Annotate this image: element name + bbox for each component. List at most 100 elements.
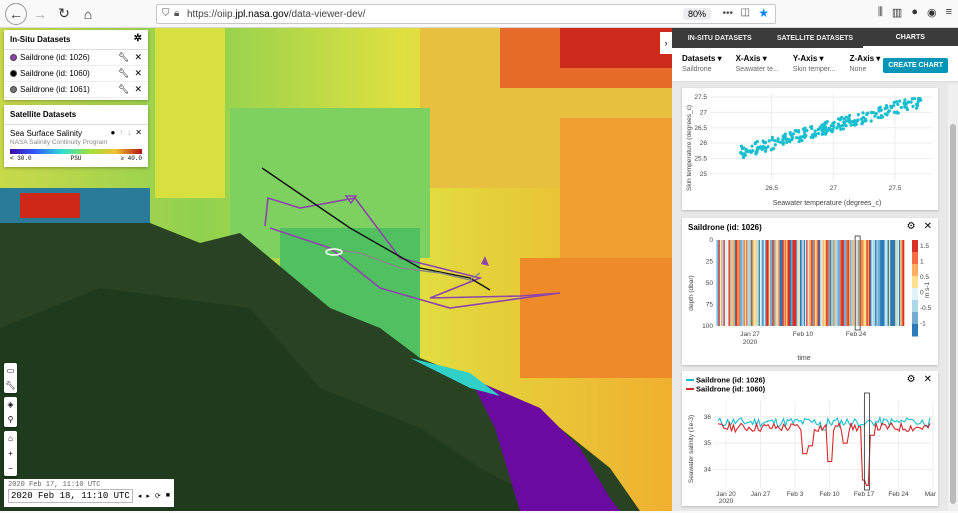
scatter-point (839, 127, 843, 131)
layers-panel-icon[interactable]: ▭ (7, 363, 15, 378)
tab-charts[interactable]: CHARTS (862, 28, 958, 48)
z-axis-select[interactable]: Z-Axis ▾ None (850, 54, 881, 75)
x-tick-label: Jan 27 (740, 331, 760, 338)
scatter-point (905, 107, 909, 112)
scatter-point (744, 148, 748, 152)
tab-satellite[interactable]: SATELLITE DATASETS (767, 35, 862, 42)
close-icon[interactable]: ✕ (134, 68, 142, 79)
tab-insitu[interactable]: IN-SITU DATASETS (672, 35, 767, 42)
library-icon[interactable]: ⫼ (878, 6, 883, 19)
scatter-point (779, 140, 783, 144)
scatter-point (763, 141, 767, 145)
scatter-point (739, 151, 743, 155)
line-chart[interactable]: Saildrone (id: 1026) Saildrone (id: 1060… (682, 371, 942, 506)
colorbar-tick: 1.5 (920, 243, 929, 250)
dataset-color-dot (10, 86, 17, 93)
opacity-icon[interactable]: ● (110, 128, 115, 137)
scatter-point (879, 114, 884, 118)
sidebar-icon[interactable]: ▥ (892, 6, 902, 19)
bookmark-star-icon[interactable]: ★ (758, 6, 769, 20)
layer-source: NASA Salinity Continuity Program (10, 139, 108, 146)
reload-icon[interactable]: ↻ (53, 3, 75, 25)
home-view-icon[interactable]: ⌂ (8, 431, 13, 446)
datasets-select[interactable]: Datasets ▾ Saildrone (682, 54, 722, 75)
close-icon[interactable]: ✕ (135, 128, 142, 137)
create-chart-button[interactable]: CREATE CHART (883, 58, 948, 73)
scatter-point (883, 112, 887, 116)
back-icon[interactable]: ← (5, 2, 27, 25)
scatter-point (756, 145, 760, 150)
zoom-level[interactable]: 80% (682, 8, 711, 20)
map-tools-group: ⌂ + − (4, 431, 17, 476)
scatter-point (770, 148, 774, 152)
date-input[interactable]: 2020 Feb 18, 11:10 UTC (8, 489, 133, 503)
wrench-icon[interactable]: 🔧︎ (5, 378, 15, 393)
layers-icon[interactable]: ◈ (7, 397, 13, 412)
scatter-point (754, 150, 758, 155)
scatter-point (831, 124, 835, 128)
more-actions-icon[interactable]: ••• (722, 8, 733, 19)
scatter-point (800, 135, 805, 139)
menu-icon[interactable]: ≡ (946, 6, 952, 19)
scatter-point (749, 150, 753, 154)
y-tick-label: 26 (700, 140, 708, 147)
satellite-datasets-panel: Satellite Datasets Sea Surface Salinity … (4, 105, 148, 167)
scrollbar[interactable] (948, 84, 958, 511)
y-tick-label: 25 (706, 259, 714, 266)
x-tick-label: Feb 10 (819, 491, 840, 498)
move-up-icon[interactable]: ↑ (119, 128, 123, 137)
y-axis-select[interactable]: Y-Axis ▾ Skin temper... (793, 54, 836, 75)
zoom-in-icon[interactable]: + (8, 446, 13, 461)
scatter-point (824, 132, 828, 136)
step-forward-icon[interactable]: ▸ (146, 492, 150, 501)
shield-icon[interactable]: ⛉ (162, 8, 170, 19)
pocket-icon[interactable]: ◫ (741, 7, 750, 18)
map-tools-group: ◈ ⚲ (4, 397, 17, 427)
y-tick-label: 36 (704, 414, 712, 421)
account-icon[interactable]: ● (911, 6, 918, 19)
forward-icon[interactable]: → (29, 3, 51, 25)
wrench-icon[interactable]: 🔧︎ (118, 52, 129, 63)
y-tick-label: 50 (706, 280, 714, 287)
x-axis-select[interactable]: X-Axis ▾ Seawater te... (736, 54, 779, 75)
collapse-panel-icon[interactable]: › (660, 32, 672, 54)
scatter-point (911, 104, 915, 108)
close-icon[interactable]: ✕ (134, 52, 142, 63)
scatter-point (753, 141, 757, 146)
color-scale-bar (10, 149, 142, 154)
address-bar[interactable]: ⛉ 🔒︎ https://oiip.jpl.nasa.gov/data-view… (156, 4, 776, 24)
map-canvas[interactable] (0, 28, 672, 511)
home-icon[interactable]: ⌂ (77, 3, 99, 25)
colorbar-segment (912, 288, 918, 301)
url-text: https://oiip.jpl.nasa.gov/data-viewer-de… (187, 8, 366, 20)
scatter-point (906, 100, 911, 104)
close-icon[interactable]: ✕ (924, 374, 932, 385)
collapse-icon[interactable]: ✲ (134, 33, 142, 44)
scatter-point (836, 117, 841, 121)
map-view[interactable]: In-Situ Datasets ✲ Saildrone (id: 1026) … (0, 28, 672, 511)
legend-label: Saildrone (id: 1060) (696, 385, 766, 394)
camera-icon[interactable]: ■ (166, 492, 170, 501)
heatmap-chart[interactable]: depth (dbar) time m s-1 0 25 50 75 100 Jan 27… (682, 218, 938, 365)
dataset-row[interactable]: Saildrone (id: 1026) 🔧︎ ✕ (4, 50, 148, 66)
dataset-label: Saildrone (id: 1061) (20, 85, 90, 94)
scatter-chart[interactable]: Skin temperature (degrees_c) Seawater te… (682, 88, 938, 210)
dataset-row[interactable]: Saildrone (id: 1060) 🔧︎ ✕ (4, 66, 148, 82)
animate-icon[interactable]: ⟳ (155, 492, 161, 501)
gear-icon[interactable]: ⚙ (907, 374, 916, 385)
location-pin-icon[interactable]: ⚲ (8, 412, 14, 427)
close-icon[interactable]: ✕ (134, 84, 142, 95)
wrench-icon[interactable]: 🔧︎ (118, 84, 129, 95)
y-axis-label: depth (dbar) (688, 275, 695, 310)
x-tick-label: Feb 17 (854, 491, 875, 498)
wrench-icon[interactable]: 🔧︎ (118, 68, 129, 79)
colorbar-label: m s-1 (924, 281, 931, 298)
extensions-icon[interactable]: ◉ (927, 6, 937, 19)
zoom-out-icon[interactable]: − (8, 461, 13, 476)
scatter-chart-card: Skin temperature (degrees_c) Seawater te… (682, 88, 938, 210)
dataset-row[interactable]: Saildrone (id: 1061) 🔧︎ ✕ (4, 82, 148, 98)
step-back-icon[interactable]: ◂ (138, 492, 142, 501)
satellite-layer[interactable]: Sea Surface Salinity NASA Salinity Conti… (4, 125, 148, 166)
scatter-point (811, 133, 815, 137)
move-down-icon[interactable]: ↓ (127, 128, 131, 137)
